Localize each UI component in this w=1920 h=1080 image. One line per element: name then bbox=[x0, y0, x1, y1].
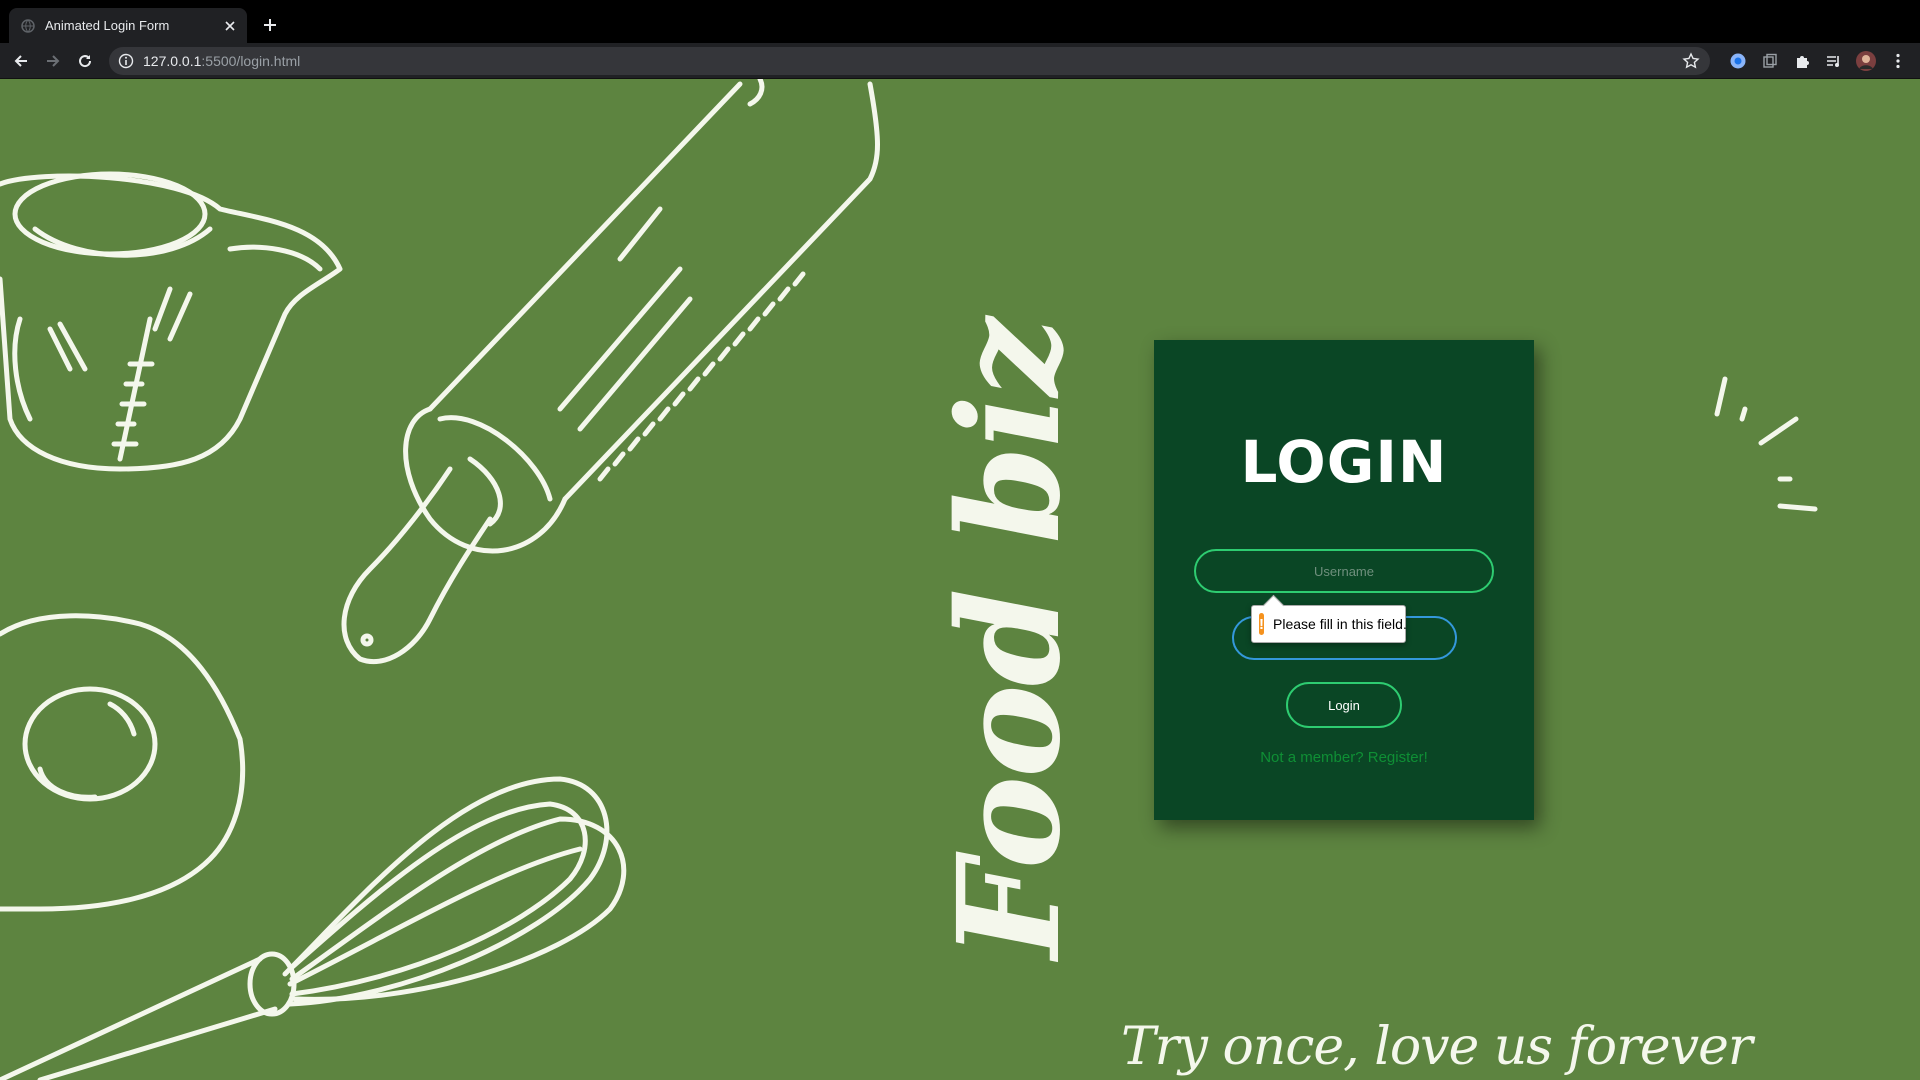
brand-wordmark: Food biz bbox=[928, 319, 1092, 959]
validation-message: Please fill in this field. bbox=[1273, 616, 1407, 632]
login-button[interactable]: Login bbox=[1286, 682, 1402, 728]
login-card: LOGIN Login Not a member? Register! bbox=[1154, 340, 1534, 820]
reload-icon[interactable] bbox=[73, 49, 97, 73]
address-bar[interactable]: 127.0.0.1:5500/login.html bbox=[109, 47, 1710, 75]
measuring-cup-icon bbox=[0, 171, 343, 472]
forward-arrow-icon[interactable] bbox=[41, 49, 65, 73]
profile-avatar-icon[interactable] bbox=[1856, 51, 1876, 71]
tagline: Try once, love us forever bbox=[1121, 1017, 1753, 1077]
login-title: LOGIN bbox=[1240, 428, 1448, 496]
more-menu-icon[interactable] bbox=[1888, 51, 1908, 71]
browser-tab[interactable]: Animated Login Form bbox=[9, 8, 247, 43]
whisk-icon bbox=[0, 776, 627, 1080]
close-icon[interactable] bbox=[219, 15, 241, 37]
info-icon[interactable] bbox=[118, 53, 134, 69]
warning-icon: ! bbox=[1259, 613, 1264, 635]
validation-tooltip: ! Please fill in this field. bbox=[1251, 594, 1407, 643]
bookmark-star-icon[interactable] bbox=[1682, 52, 1700, 70]
puzzle-extensions-icon[interactable] bbox=[1792, 51, 1812, 71]
extension-circle-icon[interactable] bbox=[1728, 51, 1748, 71]
back-arrow-icon[interactable] bbox=[9, 49, 33, 73]
username-input[interactable] bbox=[1194, 549, 1494, 593]
url-text: 127.0.0.1:5500/login.html bbox=[143, 53, 301, 69]
media-queue-icon[interactable] bbox=[1824, 51, 1844, 71]
tab-title: Animated Login Form bbox=[45, 18, 170, 33]
copy-extension-icon[interactable] bbox=[1760, 51, 1780, 71]
new-tab-icon[interactable] bbox=[258, 13, 282, 37]
browser-toolbar: 127.0.0.1:5500/login.html bbox=[0, 43, 1920, 79]
sparkle-marks bbox=[1714, 376, 1818, 512]
rolling-pin-icon bbox=[341, 79, 880, 665]
fried-egg-icon bbox=[0, 613, 246, 912]
globe-icon bbox=[21, 18, 35, 33]
tab-bar: Animated Login Form bbox=[0, 0, 1920, 43]
page-content: Food biz Try once, love us forever LOGIN… bbox=[0, 79, 1920, 1080]
register-link[interactable]: Not a member? Register! bbox=[1154, 749, 1534, 766]
